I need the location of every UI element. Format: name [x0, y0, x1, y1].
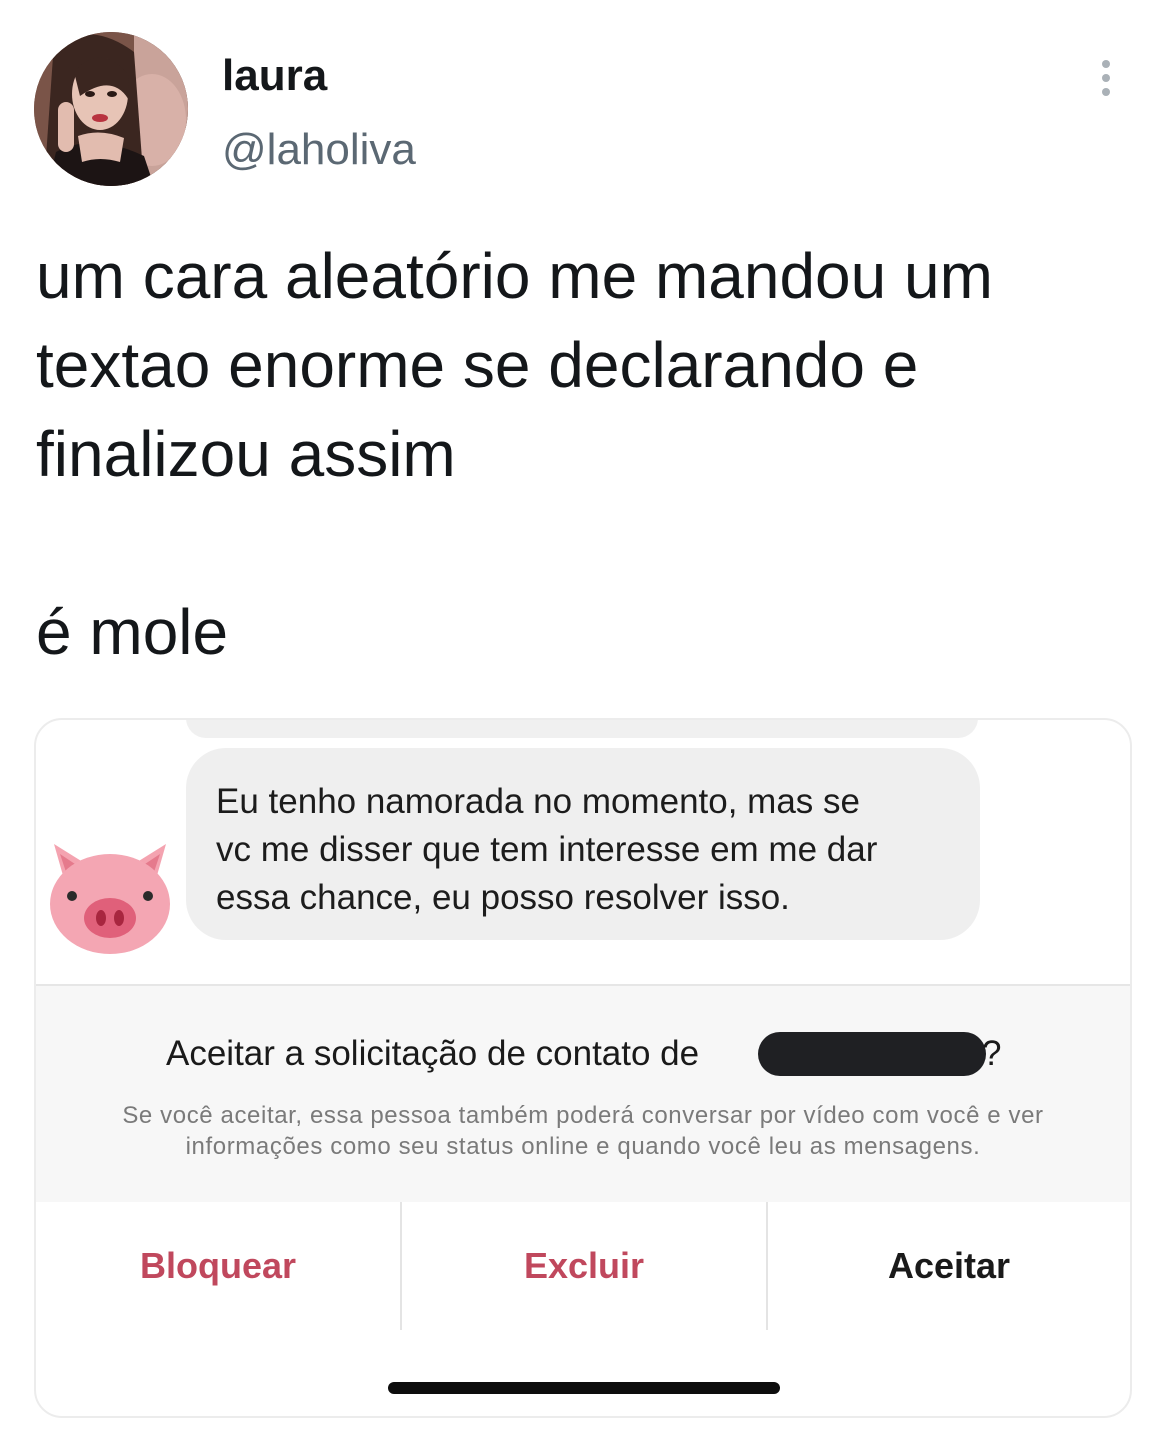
- home-indicator[interactable]: [388, 1382, 780, 1394]
- accept-button[interactable]: Aceitar: [768, 1202, 1130, 1330]
- profile-avatar[interactable]: [34, 32, 188, 186]
- action-bar: Bloquear Excluir Aceitar: [36, 1202, 1130, 1330]
- request-title-end: ?: [982, 1034, 1002, 1073]
- vertical-ellipsis-icon[interactable]: [1090, 56, 1122, 100]
- block-button[interactable]: Bloquear: [36, 1202, 400, 1330]
- dot: [1102, 88, 1110, 96]
- user-handle[interactable]: @laholiva: [222, 122, 416, 178]
- embedded-screenshot: Eu tenho namorada no momento, mas se vc …: [34, 718, 1132, 1418]
- message-text: Eu tenho namorada no momento, mas se vc …: [216, 782, 878, 917]
- dot: [1102, 60, 1110, 68]
- previous-message-bubble: [186, 720, 978, 738]
- message-bubble[interactable]: Eu tenho namorada no momento, mas se vc …: [186, 748, 980, 940]
- avatar-image: [34, 32, 188, 186]
- display-name[interactable]: laura: [222, 48, 327, 104]
- delete-button[interactable]: Excluir: [402, 1202, 766, 1330]
- tweet-text: um cara aleatório me mandou um textao en…: [36, 240, 993, 668]
- pig-face-icon: [46, 838, 174, 956]
- request-title: Aceitar a solicitação de contato de: [166, 1034, 700, 1073]
- redacted-name: [758, 1032, 986, 1076]
- request-note: Se você aceitar, essa pessoa também pode…: [122, 1102, 1044, 1160]
- contact-request-panel: Aceitar a solicitação de contato de ? Se…: [36, 984, 1130, 1204]
- dot: [1102, 74, 1110, 82]
